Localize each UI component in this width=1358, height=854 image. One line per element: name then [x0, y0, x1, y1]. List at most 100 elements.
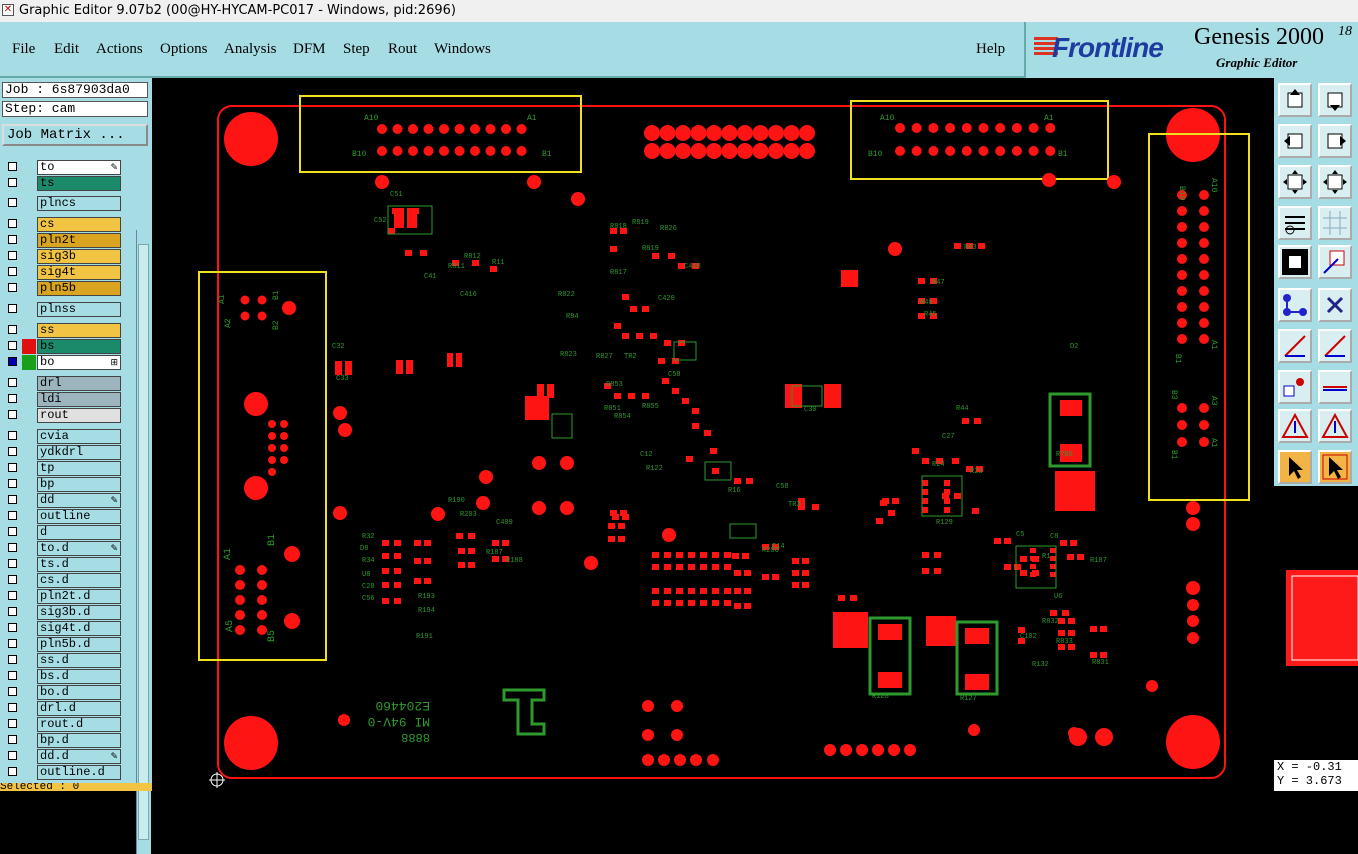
measure-angle-icon[interactable]	[1278, 329, 1312, 363]
layer-checkbox[interactable]	[8, 178, 17, 187]
pan-right-icon[interactable]	[1318, 124, 1352, 158]
layer-name[interactable]: rout.d	[37, 717, 121, 732]
grid-icon[interactable]	[1318, 206, 1352, 240]
layer-row-pln2t.d[interactable]: pln2t.d	[2, 589, 136, 604]
layer-name[interactable]: ss	[37, 323, 121, 338]
layer-row-bp.d[interactable]: bp.d	[2, 733, 136, 748]
layer-checkbox[interactable]	[8, 378, 17, 387]
menu-actions[interactable]: Actions	[96, 41, 143, 58]
menu-analysis[interactable]: Analysis	[224, 41, 277, 58]
pointer-select-icon[interactable]	[1318, 450, 1352, 484]
layer-row-to.d[interactable]: to.d ✎	[2, 541, 136, 556]
layer-name[interactable]: d	[37, 525, 121, 540]
layer-scrollbar[interactable]	[136, 230, 151, 854]
settings-sliders-icon[interactable]	[1278, 206, 1312, 240]
menu-edit[interactable]: Edit	[54, 41, 79, 58]
layer-row-ss[interactable]: ss	[2, 323, 136, 338]
menu-dfm[interactable]: DFM	[293, 41, 326, 58]
layer-name[interactable]: bp.d	[37, 733, 121, 748]
layer-name[interactable]: pln5b	[37, 281, 121, 296]
menu-options[interactable]: Options	[160, 41, 208, 58]
layer-name[interactable]: bs.d	[37, 669, 121, 684]
layer-checkbox[interactable]	[8, 162, 17, 171]
menu-file[interactable]: File	[12, 41, 35, 58]
layer-name[interactable]: cs	[37, 217, 121, 232]
layer-row-to[interactable]: to ✎	[2, 160, 136, 175]
layer-name[interactable]: ts.d	[37, 557, 121, 572]
menu-help[interactable]: Help	[976, 41, 1005, 58]
layer-row-sig3b[interactable]: sig3b	[2, 249, 136, 264]
layer-name[interactable]: bo.d	[37, 685, 121, 700]
layer-name[interactable]: sig4t	[37, 265, 121, 280]
layer-row-dd[interactable]: dd ✎	[2, 493, 136, 508]
layer-checkbox[interactable]	[8, 304, 17, 313]
layer-name[interactable]: drl	[37, 376, 121, 391]
layer-name[interactable]: rout	[37, 408, 121, 423]
layer-name[interactable]: bp	[37, 477, 121, 492]
layer-checkbox[interactable]	[8, 463, 17, 472]
layer-checkbox[interactable]	[8, 591, 17, 600]
layer-checkbox[interactable]	[8, 325, 17, 334]
layer-row-dd.d[interactable]: dd.d ✎	[2, 749, 136, 764]
layer-checkbox[interactable]	[8, 719, 17, 728]
snap-icon[interactable]	[1278, 370, 1312, 404]
layer-name[interactable]: sig3b.d	[37, 605, 121, 620]
layer-checkbox[interactable]	[8, 703, 17, 712]
layer-row-d[interactable]: d	[2, 525, 136, 540]
horizontal-line-icon[interactable]	[1318, 370, 1352, 404]
layer-checkbox[interactable]	[8, 655, 17, 664]
layer-row-rout[interactable]: rout	[2, 408, 136, 423]
layer-row-ss.d[interactable]: ss.d	[2, 653, 136, 668]
layer-row-ts[interactable]: ts	[2, 176, 136, 191]
layer-name[interactable]: plncs	[37, 196, 121, 211]
layer-name[interactable]: dd ✎	[37, 493, 121, 508]
minimap[interactable]	[1274, 484, 1358, 762]
layer-checkbox[interactable]	[8, 495, 17, 504]
layer-color-swatch[interactable]	[22, 339, 36, 354]
cross-icon[interactable]	[1318, 288, 1352, 322]
layer-name[interactable]: pln2t	[37, 233, 121, 248]
pan-up-icon[interactable]	[1278, 83, 1312, 117]
layer-row-cs.d[interactable]: cs.d	[2, 573, 136, 588]
layer-checkbox[interactable]	[8, 607, 17, 616]
menu-windows[interactable]: Windows	[434, 41, 491, 58]
layer-row-tp[interactable]: tp	[2, 461, 136, 476]
layer-checkbox[interactable]	[8, 235, 17, 244]
pcb-board[interactable]: A10 A1 B10 B1 A10 A1 B10 B1 B10 A10 B1 A1 B3 A3 B1 A1 A1…	[152, 78, 1274, 791]
pan-left-icon[interactable]	[1278, 124, 1312, 158]
layer-name[interactable]: ts	[37, 176, 121, 191]
layer-checkbox[interactable]	[8, 623, 17, 632]
layer-row-pln5b.d[interactable]: pln5b.d	[2, 637, 136, 652]
layer-row-drl.d[interactable]: drl.d	[2, 701, 136, 716]
layer-name[interactable]: pln5b.d	[37, 637, 121, 652]
layer-checkbox[interactable]	[8, 283, 17, 292]
layer-checkbox[interactable]	[8, 219, 17, 228]
layer-checkbox[interactable]	[8, 735, 17, 744]
layer-name[interactable]: outline.d	[37, 765, 121, 780]
layer-name[interactable]: drl.d	[37, 701, 121, 716]
layer-row-bs.d[interactable]: bs.d	[2, 669, 136, 684]
layer-row-plncs[interactable]: plncs	[2, 196, 136, 211]
layer-name[interactable]: plnss	[37, 302, 121, 317]
job-matrix-button[interactable]: Job Matrix ...	[2, 124, 148, 146]
layer-row-plnss[interactable]: plnss	[2, 302, 136, 317]
pan-down-icon[interactable]	[1318, 83, 1352, 117]
layer-name[interactable]: cs.d	[37, 573, 121, 588]
layer-row-bo.d[interactable]: bo.d	[2, 685, 136, 700]
layer-checkbox[interactable]	[8, 687, 17, 696]
layer-name[interactable]: outline	[37, 509, 121, 524]
layer-checkbox[interactable]	[8, 751, 17, 760]
layer-checkbox[interactable]	[8, 543, 17, 552]
layer-name[interactable]: pln2t.d	[37, 589, 121, 604]
layer-name[interactable]: to.d ✎	[37, 541, 121, 556]
layer-row-bp[interactable]: bp	[2, 477, 136, 492]
zoom-in-icon[interactable]	[1318, 165, 1352, 199]
layer-checkbox[interactable]	[8, 198, 17, 207]
layer-checkbox[interactable]	[8, 431, 17, 440]
net-select-icon[interactable]	[1278, 288, 1312, 322]
layer-row-ydkdrl[interactable]: ydkdrl	[2, 445, 136, 460]
layer-checkbox[interactable]	[8, 357, 17, 366]
layer-row-sig4t.d[interactable]: sig4t.d	[2, 621, 136, 636]
pad-select-icon[interactable]	[1278, 245, 1312, 279]
layer-row-sig4t[interactable]: sig4t	[2, 265, 136, 280]
